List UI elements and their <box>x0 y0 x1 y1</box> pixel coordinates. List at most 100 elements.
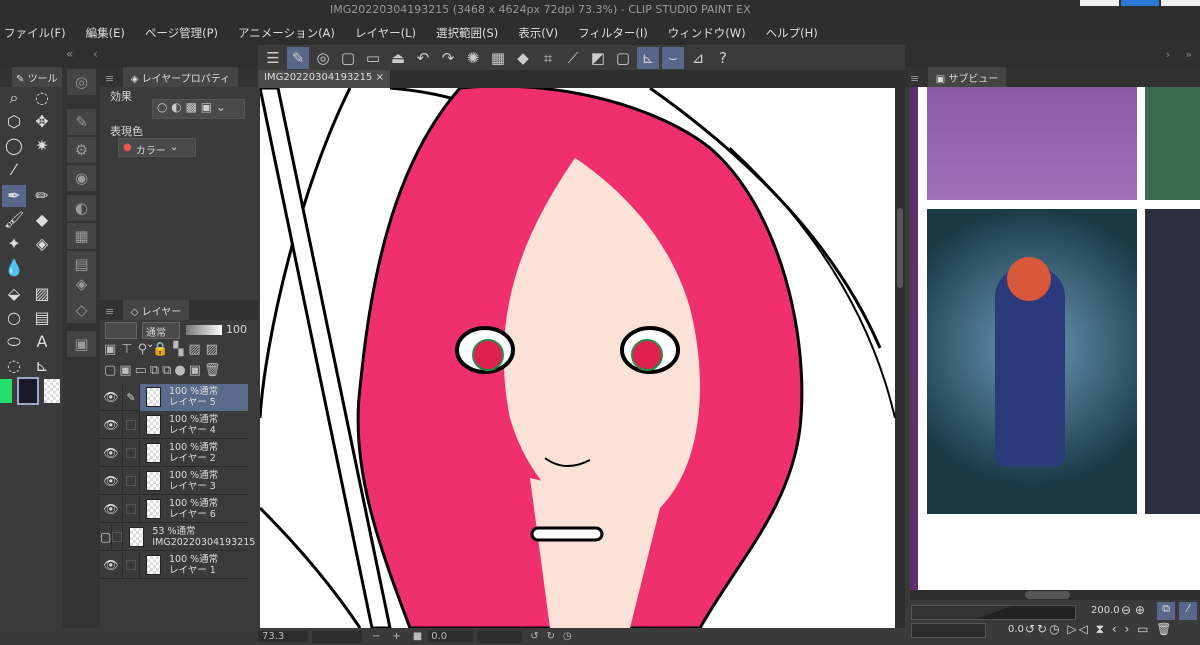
scroll-thumb[interactable] <box>1025 591 1070 599</box>
balloon-icon[interactable]: ⬭ <box>2 331 26 353</box>
layer-row[interactable]: 👁 100 %通常 レイヤー 2 <box>100 439 248 467</box>
blend-icon[interactable]: ◈ <box>30 233 54 255</box>
lock-checkbox[interactable] <box>122 551 140 579</box>
color-mode-select[interactable]: ● カラー ⌄ <box>118 138 196 157</box>
new-file-icon[interactable]: ▢ <box>337 47 359 69</box>
redo-icon[interactable]: ↷ <box>437 47 459 69</box>
layer-tab[interactable]: ◇ レイヤー <box>122 300 190 320</box>
eye-icon[interactable]: 👁 <box>100 390 122 404</box>
eye-icon[interactable]: 👁 <box>100 474 122 488</box>
menu-file[interactable]: ファイル(F) <box>4 25 66 41</box>
color-wheel-icon[interactable]: ◐ <box>67 195 96 221</box>
zoom-in-button[interactable]: + <box>392 631 400 642</box>
reset-rotation-icon[interactable]: ◷ <box>563 631 572 642</box>
lock-checkbox[interactable] <box>122 467 140 495</box>
subview-horizontal-scrollbar[interactable] <box>910 590 1200 600</box>
drawing-canvas[interactable] <box>260 88 895 628</box>
scroll-thumb[interactable] <box>897 208 903 288</box>
menu-filter[interactable]: フィルター(I) <box>578 25 648 41</box>
eye-icon[interactable]: 👁 <box>100 558 122 572</box>
zoom-slider[interactable] <box>312 630 362 643</box>
subview-zoom-slider[interactable] <box>911 605 1076 620</box>
rotation-slider[interactable] <box>477 630 523 643</box>
fill-selection-icon[interactable]: ◆ <box>512 47 534 69</box>
navigator-icon[interactable]: ◎ <box>67 69 96 95</box>
blend-mode-select[interactable]: 通常 ⌄ <box>142 322 180 350</box>
close-button[interactable] <box>1161 0 1200 6</box>
frame-icon[interactable]: ▤ <box>30 307 54 329</box>
layer-color-select[interactable] <box>105 322 137 339</box>
gradient-icon[interactable]: ▨ <box>30 283 54 305</box>
collapse-icon[interactable]: ‹ <box>93 47 98 61</box>
ruler-snap-icon[interactable]: ⟋ <box>562 47 584 69</box>
lock-checkbox[interactable] <box>111 523 124 551</box>
eye-icon[interactable]: 👁 <box>100 446 122 460</box>
collapse-left-icon[interactable]: « <box>66 47 73 61</box>
move-icon[interactable]: ✥ <box>30 111 54 133</box>
hidden-toggle[interactable]: ▢ <box>100 530 111 544</box>
opacity-slider[interactable] <box>186 325 222 335</box>
shape-icon[interactable]: ○ <box>2 307 26 329</box>
minimize-button[interactable] <box>1080 0 1119 6</box>
chevron-right-icon[interactable]: › <box>1166 48 1170 61</box>
layer-icon[interactable]: ◇ <box>67 297 96 323</box>
tool-property-icon[interactable]: ⚙ <box>67 137 96 163</box>
pencil-icon[interactable]: ✏ <box>30 185 54 207</box>
window-controls[interactable] <box>1080 0 1200 6</box>
quick-access-icon[interactable]: ✎ <box>287 46 309 69</box>
menu-window[interactable]: ウィンドウ(W) <box>668 25 746 41</box>
snap-grid-icon[interactable]: ⊿ <box>687 47 709 69</box>
effect-buttons[interactable]: ○ ◐ ▩ ▣ ⌄ <box>152 99 245 119</box>
layer-property-tab[interactable]: ◈ レイヤープロパティ <box>122 67 239 87</box>
layer-property-icon[interactable]: ◈ <box>67 271 96 297</box>
undo-icon[interactable]: ↶ <box>412 47 434 69</box>
save-icon[interactable]: ⏏ <box>387 47 409 69</box>
menu-layer[interactable]: レイヤー(L) <box>355 25 416 41</box>
lasso-select-icon[interactable]: ◌ <box>30 87 54 109</box>
eye-icon[interactable]: 👁 <box>100 418 122 432</box>
airbrush-icon[interactable]: ✦ <box>2 233 26 255</box>
brush-icon[interactable]: 🖌 <box>2 209 26 231</box>
menu-view[interactable]: 表示(V) <box>518 25 558 41</box>
maximize-button[interactable] <box>1120 0 1160 6</box>
help-icon[interactable]: ? <box>712 47 734 69</box>
menu-help[interactable]: ヘルプ(H) <box>766 25 818 41</box>
fill-icon[interactable]: ⬙ <box>2 283 26 305</box>
menu-selection[interactable]: 選択範囲(S) <box>436 25 498 41</box>
transparent-color-swatch[interactable] <box>44 379 60 403</box>
menu-animation[interactable]: アニメーション(A) <box>238 25 335 41</box>
menu-icon[interactable]: ☰ <box>262 47 284 69</box>
color-set-icon[interactable]: ▦ <box>67 223 96 249</box>
layer-option-icons[interactable]: ▣⊤⚲🔒▚▨▨ <box>104 342 223 357</box>
eye-icon[interactable]: 👁 <box>100 502 122 516</box>
ruler-icon[interactable]: ⊾ <box>30 355 54 377</box>
sub-color-swatch[interactable] <box>17 377 39 405</box>
close-tab-icon[interactable]: × <box>376 72 384 83</box>
subview-rotation-slider[interactable] <box>911 623 986 638</box>
zoom-value[interactable]: 73.3 <box>258 631 308 642</box>
panel-menu-icon[interactable]: ≡ <box>100 305 119 318</box>
rotation-value[interactable]: 0.0 <box>428 631 474 642</box>
sub-tool-icon[interactable]: ✎ <box>67 109 96 135</box>
material-icon[interactable]: ▣ <box>67 331 96 357</box>
panel-menu-icon[interactable]: ≡ <box>905 72 924 85</box>
lasso-icon[interactable]: ◯ <box>2 135 26 157</box>
snap-ruler-icon[interactable]: ⊾ <box>637 46 659 69</box>
layer-row[interactable]: 👁 100 %通常 レイヤー 1 <box>100 551 248 579</box>
eraser-icon[interactable]: ◆ <box>30 209 54 231</box>
zoom-icon[interactable]: ⌕ <box>2 87 26 109</box>
deselect-icon[interactable]: ✺ <box>462 47 484 69</box>
fit-button[interactable]: ■ <box>413 631 422 642</box>
canvas-vertical-scrollbar[interactable] <box>895 88 905 628</box>
brush-size-icon[interactable]: ◉ <box>67 165 96 191</box>
layer-row[interactable]: 👁 100 %通常 レイヤー 3 <box>100 467 248 495</box>
zoom-out-icon[interactable]: ⊖ ⊕ <box>1121 603 1145 617</box>
magic-wand-icon[interactable]: ✷ <box>30 135 54 157</box>
lock-checkbox[interactable] <box>122 439 140 467</box>
snap-special-ruler-icon[interactable]: ⌣ <box>662 46 684 69</box>
document-tab[interactable]: IMG20220304193215 × <box>258 70 390 88</box>
zoom-out-button[interactable]: − <box>372 631 380 642</box>
grid-snap-icon[interactable]: ▢ <box>612 47 634 69</box>
tool-tab[interactable]: ✎ ツール <box>12 67 62 87</box>
rotate-left-icon[interactable]: ↺ <box>530 631 538 642</box>
